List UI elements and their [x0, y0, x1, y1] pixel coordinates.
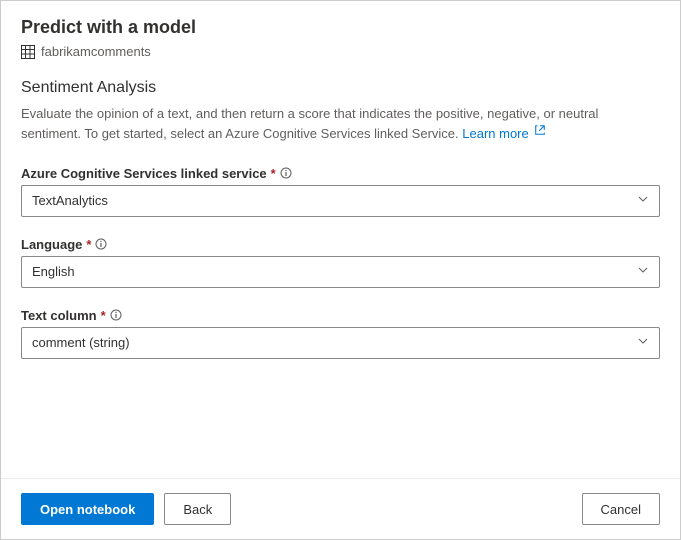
- language-value: English: [32, 264, 75, 279]
- learn-more-text: Learn more: [462, 126, 528, 141]
- external-link-icon: [534, 123, 546, 141]
- info-icon[interactable]: [280, 167, 292, 179]
- linked-service-field: Azure Cognitive Services linked service …: [21, 166, 660, 217]
- cancel-button[interactable]: Cancel: [582, 493, 660, 525]
- linked-service-value: TextAnalytics: [32, 193, 108, 208]
- linked-service-label-text: Azure Cognitive Services linked service: [21, 166, 267, 181]
- linked-service-select[interactable]: TextAnalytics: [21, 185, 660, 217]
- section-title: Sentiment Analysis: [21, 79, 660, 97]
- info-icon[interactable]: [110, 309, 122, 321]
- footer: Open notebook Back Cancel: [1, 478, 680, 539]
- table-icon: [21, 45, 35, 59]
- text-column-select[interactable]: comment (string): [21, 327, 660, 359]
- table-info-row: fabrikamcomments: [21, 44, 660, 59]
- language-label-text: Language: [21, 237, 82, 252]
- required-marker: *: [271, 166, 276, 181]
- info-icon[interactable]: [95, 238, 107, 250]
- main-content: Predict with a model fabrikamcomments Se…: [1, 1, 680, 478]
- learn-more-link[interactable]: Learn more: [462, 126, 546, 141]
- text-column-value: comment (string): [32, 335, 130, 350]
- chevron-down-icon: [637, 193, 649, 208]
- page-title: Predict with a model: [21, 17, 660, 38]
- required-marker: *: [86, 237, 91, 252]
- text-column-label-text: Text column: [21, 308, 97, 323]
- chevron-down-icon: [637, 335, 649, 350]
- section-description: Evaluate the opinion of a text, and then…: [21, 105, 660, 144]
- language-label: Language *: [21, 237, 660, 252]
- back-button[interactable]: Back: [164, 493, 231, 525]
- table-name: fabrikamcomments: [41, 44, 151, 59]
- required-marker: *: [101, 308, 106, 323]
- open-notebook-button[interactable]: Open notebook: [21, 493, 154, 525]
- text-column-label: Text column *: [21, 308, 660, 323]
- text-column-field: Text column * comment (string): [21, 308, 660, 359]
- chevron-down-icon: [637, 264, 649, 279]
- language-select[interactable]: English: [21, 256, 660, 288]
- language-field: Language * English: [21, 237, 660, 288]
- linked-service-label: Azure Cognitive Services linked service …: [21, 166, 660, 181]
